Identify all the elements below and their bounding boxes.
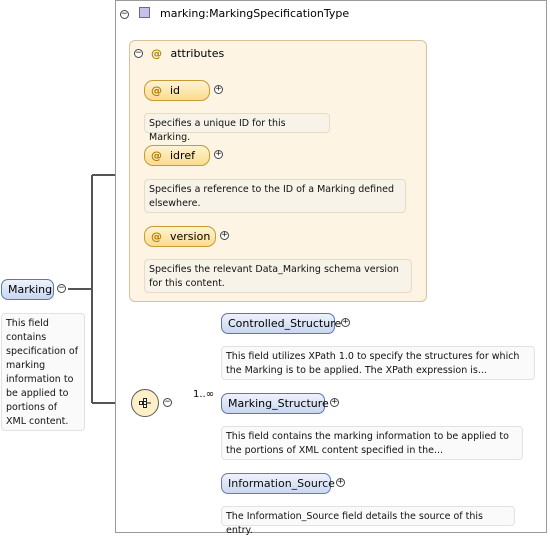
attribute-description: Specifies a reference to the ID of a Mar… <box>144 179 406 213</box>
element-information-source[interactable]: Information_Source <box>221 473 335 494</box>
attribute-idref[interactable]: @ idref <box>144 145 210 166</box>
attribute-id[interactable]: @ id <box>144 80 210 101</box>
attribute-icon: @ <box>151 149 162 162</box>
expand-icon[interactable]: + <box>220 231 229 240</box>
expand-icon[interactable]: + <box>336 478 345 487</box>
element-marking-structure[interactable]: Marking_Structure <box>221 393 329 414</box>
expand-icon[interactable]: + <box>330 398 339 407</box>
root-description: This field contains specification of mar… <box>1 313 85 431</box>
complex-type-icon <box>139 7 150 18</box>
element-label: Information_Source <box>228 477 335 490</box>
root-element-marking[interactable]: Marking <box>1 279 54 300</box>
collapse-icon[interactable]: − <box>163 398 172 407</box>
expand-icon[interactable]: + <box>214 85 223 94</box>
element-description: The Information_Source field details the… <box>221 506 515 536</box>
attribute-description: Specifies a unique ID for this Marking. <box>144 113 330 143</box>
attribute-name: version <box>170 230 211 243</box>
element-label: Marking_Structure <box>228 397 329 410</box>
element-label: Controlled_Structure <box>228 317 342 330</box>
collapse-icon[interactable]: − <box>57 284 66 293</box>
element-controlled-structure[interactable]: Controlled_Structure <box>221 313 341 334</box>
sequence-compositor[interactable] <box>131 389 159 417</box>
expand-icon[interactable]: + <box>214 150 223 159</box>
attributes-header: @ attributes <box>151 47 224 60</box>
element-description: This field contains the marking informat… <box>221 426 523 460</box>
attribute-name: idref <box>170 149 195 162</box>
attribute-description: Specifies the relevant Data_Marking sche… <box>144 259 412 293</box>
expand-icon[interactable]: + <box>341 318 350 327</box>
element-description: This field utilizes XPath 1.0 to specify… <box>221 346 535 380</box>
attribute-icon: @ <box>151 230 162 243</box>
attribute-icon: @ <box>151 47 162 60</box>
attributes-label: attributes <box>170 47 225 60</box>
root-element-label: Marking <box>8 283 53 296</box>
collapse-icon[interactable]: − <box>120 10 129 19</box>
cardinality-label: 1..∞ <box>193 389 215 400</box>
sequence-icon <box>139 398 151 408</box>
attribute-name: id <box>170 84 181 97</box>
attribute-icon: @ <box>151 84 162 97</box>
collapse-icon[interactable]: − <box>134 49 143 58</box>
attribute-version[interactable]: @ version <box>144 226 216 247</box>
complex-type-name: marking:MarkingSpecificationType <box>160 7 350 20</box>
